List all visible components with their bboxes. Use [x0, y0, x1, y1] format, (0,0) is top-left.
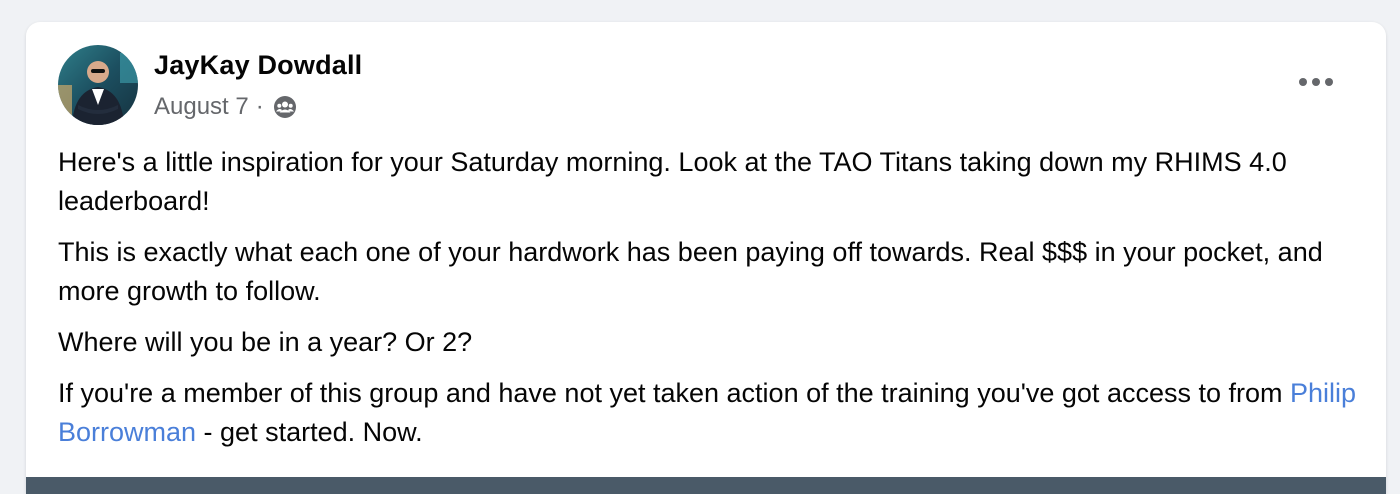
- avatar[interactable]: [58, 45, 138, 125]
- paragraph-text: - get started. Now.: [196, 417, 423, 447]
- post-date[interactable]: August 7: [154, 93, 249, 121]
- post-card: JayKay Dowdall August 7 · Here's a littl…: [26, 22, 1386, 494]
- post-meta: August 7 ·: [154, 92, 298, 122]
- paragraph-text: If you're a member of this group and hav…: [58, 378, 1290, 408]
- post-paragraph: This is exactly what each one of your ha…: [58, 237, 1323, 306]
- meta-separator: ·: [255, 93, 264, 120]
- post-body: Here's a little inspiration for your Sat…: [58, 143, 1358, 464]
- post-paragraph: Where will you be in a year? Or 2?: [58, 327, 473, 357]
- post-paragraph: Here's a little inspiration for your Sat…: [58, 147, 1287, 216]
- post-paragraph: If you're a member of this group and hav…: [58, 374, 1358, 452]
- group-audience-icon[interactable]: [272, 94, 298, 120]
- avatar-photo: [58, 45, 138, 125]
- post-media-preview[interactable]: [26, 477, 1386, 494]
- author-name[interactable]: JayKay Dowdall: [154, 50, 362, 81]
- more-options-icon[interactable]: [1288, 62, 1344, 102]
